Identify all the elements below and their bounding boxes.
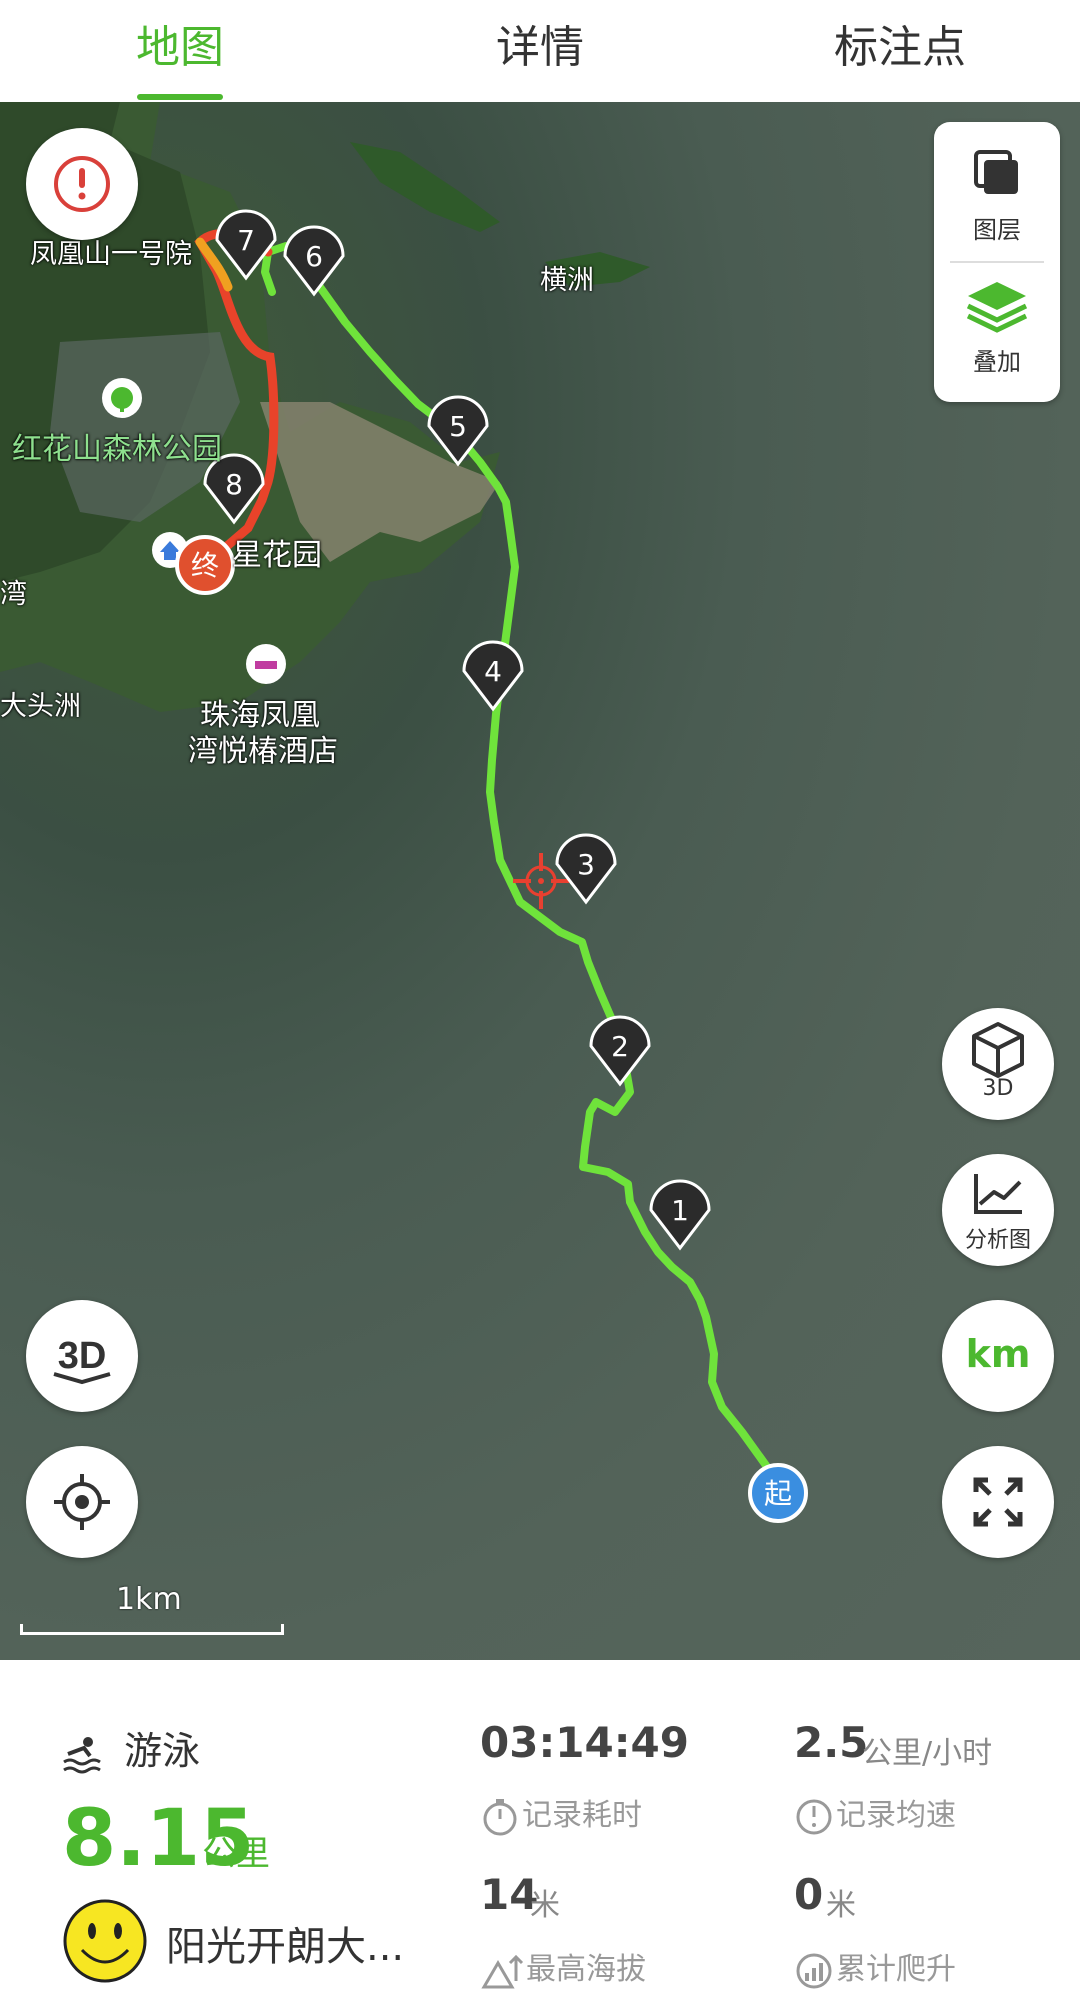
- fullscreen-button[interactable]: [942, 1446, 1054, 1558]
- track-marker-4[interactable]: 4: [462, 640, 524, 712]
- analysis-chart-label: 分析图: [964, 1228, 1031, 1253]
- swim-icon: [63, 1736, 101, 1773]
- sport-type-label: 游泳: [124, 1729, 201, 1773]
- sport-type: 游泳: [62, 1720, 200, 1775]
- total-climb-unit: 米: [826, 1888, 856, 1923]
- place-label: 大头洲: [0, 691, 81, 722]
- avg-speed-value: 2.5: [794, 1718, 869, 1767]
- avatar[interactable]: [62, 1898, 148, 1984]
- avg-speed-label: 记录均速: [836, 1798, 956, 1833]
- avg-speed-stat: 记录均速: [794, 1790, 956, 1837]
- map-view[interactable]: 1 2 3 4 5 6 7 8 起 终 凤凰山一号院 红花山森林公园 横洲 星花…: [0, 102, 1080, 1660]
- track-marker-3[interactable]: 3: [555, 833, 617, 905]
- map-layer: 1 2 3 4 5 6 7 8 起 终: [0, 102, 808, 1523]
- 3d-view-label: 3D: [982, 1076, 1014, 1101]
- climb-icon: [796, 1953, 832, 1988]
- line-chart-icon: [974, 1174, 1022, 1214]
- track-marker-3-label: 3: [577, 848, 595, 881]
- place-label: 红花山森林公园: [12, 432, 222, 467]
- mountain-icon: [481, 1954, 524, 1988]
- track-marker-1-label: 1: [671, 1194, 689, 1227]
- max-altitude-stat: 最高海拔: [480, 1944, 646, 1991]
- tab-bar: 地图 详情 标注点: [0, 0, 1080, 103]
- svg-text:3D: 3D: [58, 1335, 107, 1377]
- layer-panel: 图层 叠加: [934, 122, 1060, 402]
- track-marker-5-label: 5: [449, 410, 467, 443]
- layers-button[interactable]: 图层: [934, 122, 1060, 260]
- 3d-terrain-button[interactable]: 3D: [26, 1300, 138, 1412]
- tab-markers-label: 标注点: [834, 22, 966, 73]
- stopwatch-icon: [483, 1798, 517, 1835]
- locate-button[interactable]: [26, 1446, 138, 1558]
- map-scale-bar: [20, 1624, 284, 1635]
- 3d-terrain-icon: 3D: [53, 1335, 111, 1385]
- duration-stat: 记录耗时: [480, 1790, 642, 1837]
- unit-toggle-label: km: [965, 1332, 1031, 1376]
- place-label: 横洲: [540, 265, 594, 296]
- start-marker[interactable]: 起: [748, 1463, 808, 1523]
- duration-value: 03:14:49: [480, 1718, 689, 1767]
- tab-details-label: 详情: [496, 22, 584, 73]
- track-marker-7-label: 7: [237, 224, 255, 257]
- alert-icon: [54, 156, 110, 212]
- tab-map[interactable]: 地图: [0, 0, 360, 102]
- map-scale-label: 1km: [116, 1582, 182, 1617]
- tab-markers[interactable]: 标注点: [720, 0, 1080, 102]
- fullscreen-icon: [973, 1477, 1023, 1527]
- tab-map-label: 地图: [136, 22, 224, 73]
- overlay-icon: [966, 282, 1028, 333]
- place-label: 星花园: [232, 538, 322, 573]
- track-marker-4-label: 4: [484, 655, 502, 688]
- duration-label: 记录耗时: [522, 1798, 642, 1833]
- analysis-chart-button[interactable]: 分析图: [942, 1154, 1054, 1266]
- start-marker-label: 起: [764, 1477, 792, 1510]
- unit-toggle-button[interactable]: km: [942, 1300, 1054, 1412]
- total-distance-unit: 公里: [202, 1834, 270, 1874]
- user-name[interactable]: 阳光开朗大...: [166, 1914, 406, 1972]
- max-altitude-unit: 米: [530, 1888, 560, 1923]
- track-marker-2[interactable]: 2: [589, 1015, 651, 1087]
- hotel-icon: [246, 644, 286, 684]
- place-label: 湾: [0, 579, 27, 610]
- locate-icon: [54, 1474, 110, 1530]
- tab-active-indicator: [137, 94, 223, 100]
- layers-label: 图层: [973, 216, 1021, 244]
- place-label: 湾悦椿酒店: [188, 734, 338, 769]
- track-marker-6[interactable]: 6: [283, 225, 345, 297]
- 3d-view-button[interactable]: 3D: [942, 1008, 1054, 1120]
- overlay-label: 叠加: [973, 348, 1021, 376]
- total-climb-label: 累计爬升: [836, 1952, 956, 1987]
- track-marker-1[interactable]: 1: [649, 1179, 711, 1251]
- tab-details[interactable]: 详情: [360, 0, 720, 102]
- park-icon: [102, 378, 142, 418]
- speedometer-icon: [796, 1799, 832, 1834]
- total-climb-value: 0: [794, 1870, 824, 1919]
- end-marker[interactable]: 终: [175, 535, 235, 595]
- cube-icon: [972, 1022, 1024, 1078]
- end-marker-label: 终: [191, 549, 219, 582]
- max-altitude-label: 最高海拔: [526, 1952, 646, 1987]
- track-marker-6-label: 6: [305, 240, 323, 273]
- island-north: [350, 142, 500, 232]
- total-climb-stat: 累计爬升: [794, 1944, 956, 1991]
- overlay-button[interactable]: 叠加: [934, 262, 1060, 402]
- alert-button[interactable]: [26, 128, 138, 240]
- avg-speed-unit: 公里/小时: [862, 1736, 993, 1771]
- track-marker-8-label: 8: [225, 468, 243, 501]
- track-marker-2-label: 2: [611, 1030, 629, 1063]
